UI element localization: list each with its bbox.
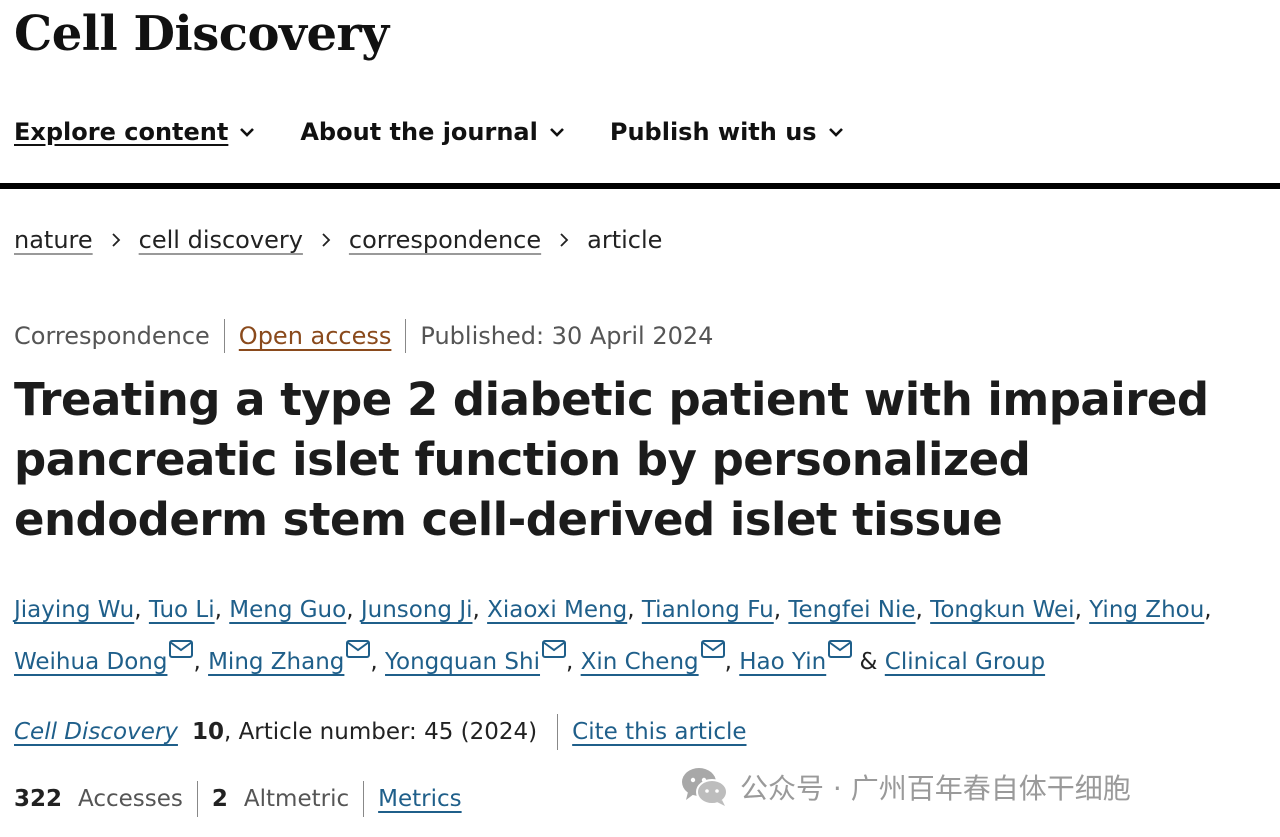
article-type: Correspondence xyxy=(14,322,210,350)
cite-this-article-link[interactable]: Cite this article xyxy=(572,719,746,745)
citation-divider xyxy=(557,714,559,750)
author-link[interactable]: Yongquan Shi xyxy=(385,649,540,675)
article-meta: Correspondence Open access Published: 30… xyxy=(14,319,713,353)
citation-line: Cell Discovery 10 , Article number: 45 (… xyxy=(14,714,747,750)
citation-journal-link[interactable]: Cell Discovery xyxy=(14,719,178,745)
author-link[interactable]: Ying Zhou xyxy=(1089,597,1204,623)
article-stats: 322 Accesses 2 Altmetric Metrics xyxy=(14,781,462,817)
citation-article-number: , Article number: 45 (2024) xyxy=(223,719,538,745)
chevron-right-icon xyxy=(560,233,569,247)
author-link[interactable]: Xin Cheng xyxy=(581,649,699,675)
breadcrumb-correspondence[interactable]: correspondence xyxy=(349,226,541,254)
metrics-link[interactable]: Metrics xyxy=(378,786,462,812)
chevron-right-icon xyxy=(322,233,331,247)
breadcrumb-cell-discovery[interactable]: cell discovery xyxy=(139,226,303,254)
author-link[interactable]: Hao Yin xyxy=(739,649,826,675)
mail-icon[interactable] xyxy=(828,640,853,658)
author-link[interactable]: Ming Zhang xyxy=(208,649,344,675)
stats-divider xyxy=(196,781,198,817)
published-date: Published: 30 April 2024 xyxy=(420,322,714,350)
citation-volume: 10 xyxy=(191,719,224,745)
watermark-text: 公众号 · 广州百年春自体干细胞 xyxy=(740,772,1131,805)
author-link[interactable]: Tongkun Wei xyxy=(930,597,1074,623)
watermark: 公众号 · 广州百年春自体干细胞 xyxy=(680,766,1131,808)
author-link[interactable]: Meng Guo xyxy=(229,597,346,623)
header-divider xyxy=(0,183,1280,189)
main-nav: Explore content About the journal Publis… xyxy=(14,118,845,146)
nav-publish-with-us[interactable]: Publish with us xyxy=(610,118,845,146)
article-title: Treating a type 2 diabetic patient with … xyxy=(14,373,1209,546)
breadcrumb-current: article xyxy=(587,226,663,254)
author-list: Jiaying Wu, Tuo Li, Meng Guo, Junsong Ji… xyxy=(14,597,1212,675)
clinical-group-link[interactable]: Clinical Group xyxy=(885,649,1045,675)
author-link[interactable]: Tengfei Nie xyxy=(788,597,915,623)
author-link[interactable]: Xiaoxi Meng xyxy=(487,597,627,623)
mail-icon[interactable] xyxy=(169,640,194,658)
breadcrumb-nature[interactable]: nature xyxy=(14,226,93,254)
nav-publish-label: Publish with us xyxy=(609,118,817,146)
author-conjunction: & xyxy=(859,649,878,675)
mail-icon[interactable] xyxy=(542,640,567,658)
nav-about-label: About the journal xyxy=(300,118,538,146)
nav-explore-label: Explore content xyxy=(14,118,229,146)
chevron-down-icon xyxy=(828,128,843,137)
author-link[interactable]: Jiaying Wu xyxy=(14,597,134,623)
accesses-label: Accesses xyxy=(78,786,183,812)
open-access-link[interactable]: Open access xyxy=(239,322,392,350)
author-link[interactable]: Tianlong Fu xyxy=(642,597,774,623)
nav-explore-content[interactable]: Explore content xyxy=(14,118,256,146)
chevron-right-icon xyxy=(112,233,120,247)
meta-divider xyxy=(223,319,225,353)
accesses-count: 322 xyxy=(14,786,63,812)
author-link[interactable]: Junsong Ji xyxy=(361,597,473,623)
author-link[interactable]: Weihua Dong xyxy=(14,649,167,675)
mail-icon[interactable] xyxy=(346,640,371,658)
nav-about-journal[interactable]: About the journal xyxy=(300,118,566,146)
author-link[interactable]: Tuo Li xyxy=(149,597,215,623)
altmetric-label: Altmetric xyxy=(243,786,350,812)
mail-icon[interactable] xyxy=(700,640,725,658)
chevron-down-icon xyxy=(240,128,255,137)
journal-logo[interactable]: Cell Discovery xyxy=(14,6,389,62)
altmetric-count: 2 xyxy=(211,786,228,812)
stats-divider xyxy=(363,781,365,817)
meta-divider xyxy=(405,319,407,353)
wechat-icon xyxy=(682,768,728,806)
chevron-down-icon xyxy=(549,128,564,137)
breadcrumb: nature cell discovery correspondence art… xyxy=(14,226,662,254)
